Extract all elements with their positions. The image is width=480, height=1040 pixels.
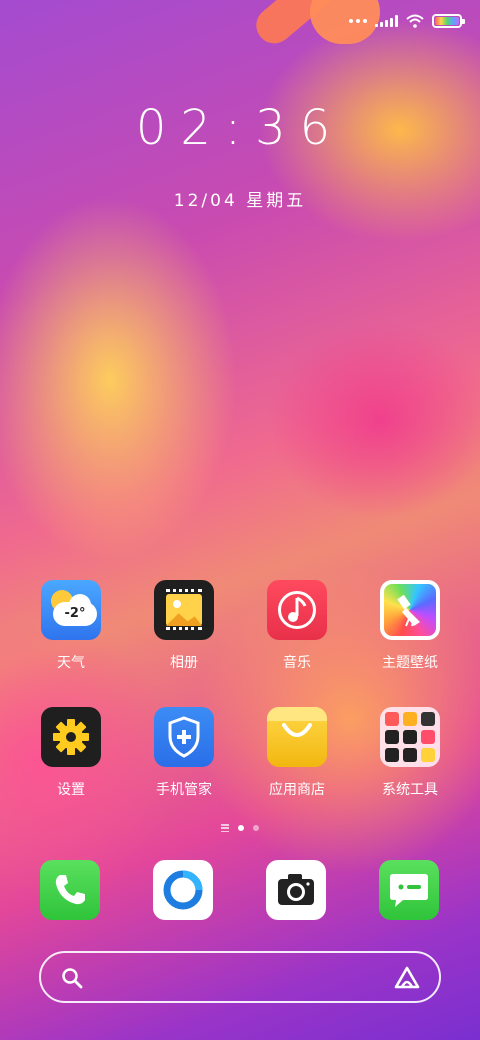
app-store[interactable]: 应用商店 — [247, 707, 347, 799]
app-weather[interactable]: -2° 天气 — [21, 580, 121, 672]
clock-time: 02:36 — [135, 100, 345, 156]
messages-icon — [390, 874, 428, 907]
dock-browser[interactable] — [153, 860, 213, 920]
app-label: 系统工具 — [382, 782, 438, 798]
dock-phone[interactable] — [40, 860, 100, 920]
page-list-icon[interactable] — [221, 824, 229, 832]
page-dot[interactable] — [238, 825, 244, 831]
app-label: 相册 — [170, 655, 198, 671]
app-label: 天气 — [57, 655, 85, 671]
app-system-tools-folder[interactable]: 系统工具 — [360, 707, 460, 799]
app-theme[interactable]: 主题壁纸 — [360, 580, 460, 672]
music-icon — [267, 580, 327, 640]
settings-gear-icon — [41, 707, 101, 767]
assistant-icon[interactable] — [393, 965, 421, 991]
dock-camera[interactable] — [266, 860, 326, 920]
clock-date: 12/04 星期五 — [173, 191, 307, 211]
weather-icon: -2° — [41, 580, 101, 640]
app-label: 应用商店 — [269, 782, 325, 798]
app-phone-manager[interactable]: 手机管家 — [134, 707, 234, 799]
app-label: 手机管家 — [156, 782, 212, 798]
app-settings[interactable]: 设置 — [21, 707, 121, 799]
camera-icon — [278, 874, 314, 905]
cellular-signal-icon — [375, 15, 398, 27]
phone-icon — [55, 875, 85, 905]
phone-manager-shield-icon — [154, 707, 214, 767]
theme-brush-icon — [380, 580, 440, 640]
more-dots-icon — [349, 19, 367, 23]
wifi-icon — [406, 14, 424, 28]
search-icon[interactable] — [61, 967, 83, 989]
gallery-icon — [154, 580, 214, 640]
battery-icon — [432, 14, 465, 28]
app-label: 音乐 — [283, 655, 311, 671]
app-gallery[interactable]: 相册 — [134, 580, 234, 672]
dock-messages[interactable] — [379, 860, 439, 920]
browser-icon — [163, 870, 203, 910]
app-label: 主题壁纸 — [382, 655, 438, 671]
search-bar[interactable] — [39, 951, 441, 1003]
page-dot[interactable] — [253, 825, 259, 831]
app-store-bag-icon — [267, 707, 327, 767]
page-indicator — [0, 824, 480, 832]
system-tools-folder-icon — [380, 707, 440, 767]
app-music[interactable]: 音乐 — [247, 580, 347, 672]
app-label: 设置 — [57, 782, 85, 798]
status-bar — [349, 10, 465, 32]
